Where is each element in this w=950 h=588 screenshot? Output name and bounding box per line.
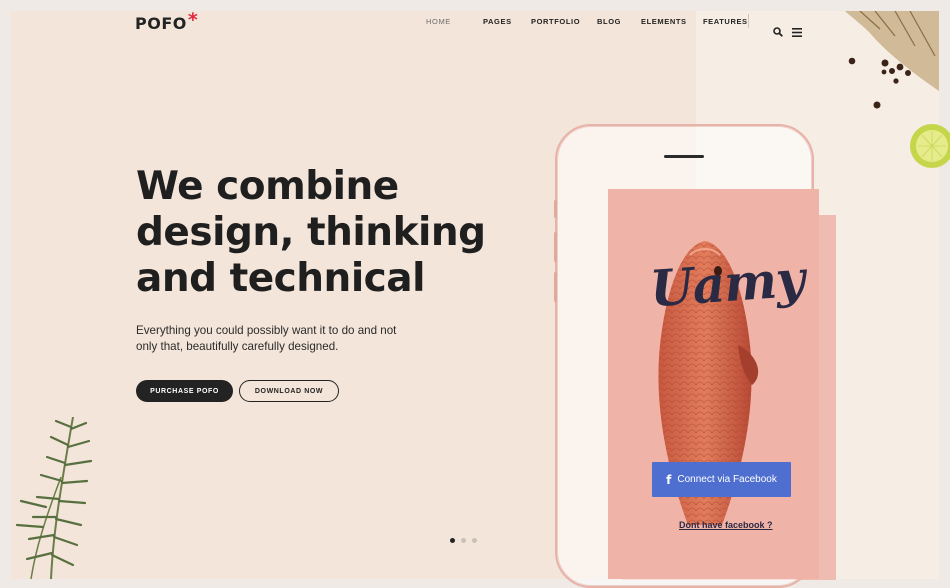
hero-lead-text: Everything you could possibly want it to… xyxy=(136,324,397,353)
headline-line-3: and technical xyxy=(136,256,425,301)
nav-item-pages[interactable]: PAGES xyxy=(483,17,512,26)
nav-item-portfolio[interactable]: PORTFOLIO xyxy=(531,17,580,26)
headline-line-2: design, thinking xyxy=(136,210,486,255)
logo-text: POFO xyxy=(135,14,187,33)
facebook-icon: f xyxy=(666,472,672,487)
no-facebook-link[interactable]: Dont have facebook ? xyxy=(679,520,773,530)
spices-decoration xyxy=(845,11,950,168)
rosemary-decoration xyxy=(15,417,93,579)
nav-item-elements[interactable]: ELEMENTS xyxy=(641,17,687,26)
phone-volume-up-key xyxy=(554,232,557,262)
nav-divider xyxy=(748,14,749,28)
nav-item-home[interactable]: HOME xyxy=(426,17,451,26)
headline-line-1: We combine xyxy=(136,164,399,209)
brand-logo-script: Uamy xyxy=(648,248,806,319)
menu-button[interactable] xyxy=(790,25,804,39)
hero-headline: We combine design, thinking and technica… xyxy=(136,164,486,302)
purchase-button[interactable]: PURCHASE POFO xyxy=(136,380,233,402)
slider-dot-3[interactable] xyxy=(472,538,477,543)
phone-speaker xyxy=(664,155,704,158)
search-button[interactable] xyxy=(771,25,785,39)
logo-star: * xyxy=(187,9,199,31)
nav-item-features[interactable]: FEATURES xyxy=(703,17,748,26)
slider-dot-1[interactable] xyxy=(450,538,455,543)
phone-side-key xyxy=(554,200,557,218)
logo[interactable]: POFO* xyxy=(135,9,199,34)
connect-facebook-button[interactable]: f Connect via Facebook xyxy=(652,462,791,497)
search-icon xyxy=(773,27,783,37)
connect-facebook-label: Connect via Facebook xyxy=(677,474,777,485)
hamburger-menu-icon xyxy=(792,27,802,37)
phone-volume-down-key xyxy=(554,272,557,302)
download-button[interactable]: DOWNLOAD NOW xyxy=(239,380,339,402)
nav-item-blog[interactable]: BLOG xyxy=(597,17,621,26)
slider-dot-2[interactable] xyxy=(461,538,466,543)
